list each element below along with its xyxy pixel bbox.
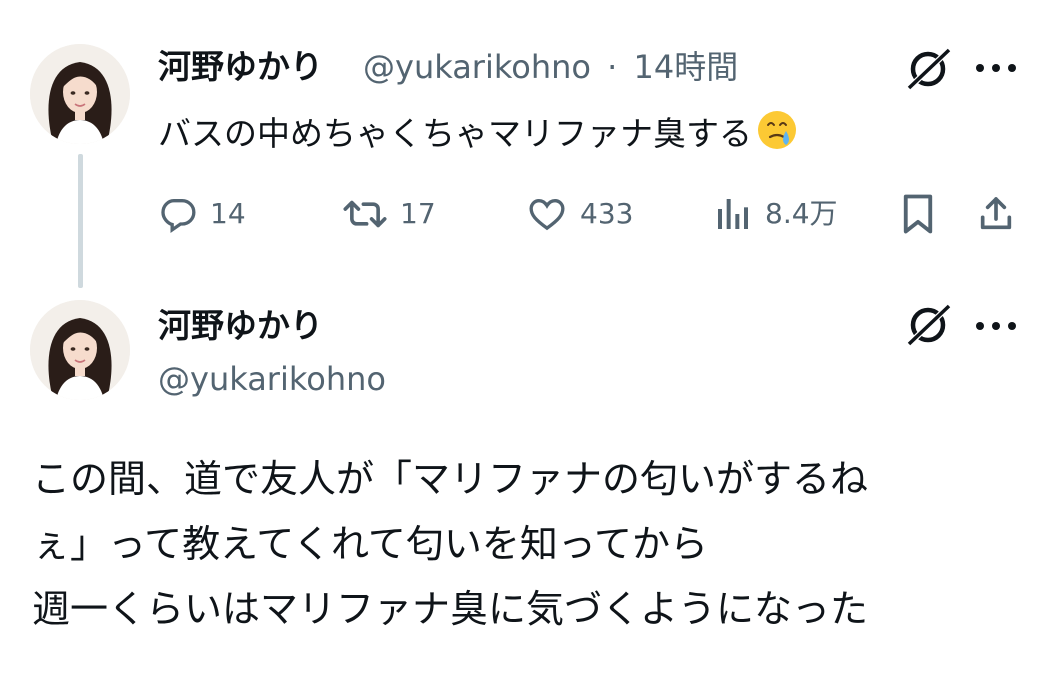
tweet-body-line: 週一くらいはマリファナ臭に気づくようになった	[32, 587, 869, 631]
tweet-body-line: ぇ」って教えてくれて匂いを知ってから	[32, 522, 709, 566]
views-button[interactable]: 8.4万	[713, 194, 838, 234]
grok-button[interactable]	[901, 44, 955, 94]
analytics-icon	[718, 199, 748, 229]
tweet-text: バスの中めちゃくちゃマリファナ臭する	[158, 109, 798, 159]
face-holding-back-tears-icon	[756, 109, 798, 156]
author-display-name[interactable]: 河野ゆかり	[158, 50, 323, 83]
author-handle[interactable]: @yukarikohno	[158, 363, 386, 395]
grok-icon	[906, 47, 952, 91]
more-options-button[interactable]	[972, 52, 1020, 84]
author-handle[interactable]: @yukarikohno · 14時間	[363, 51, 738, 83]
avatar[interactable]	[30, 300, 130, 400]
tweet-body-line: この間、道で友人が「マリファナの匂いがするね	[32, 457, 869, 501]
reply-button[interactable]: 14	[158, 194, 246, 234]
like-count: 433	[580, 197, 634, 230]
bookmark-button[interactable]	[896, 192, 940, 236]
share-icon	[980, 197, 1012, 230]
more-horizontal-icon	[976, 322, 1016, 330]
avatar[interactable]	[30, 44, 130, 144]
retweet-button[interactable]: 17	[342, 194, 436, 234]
bookmark-icon	[903, 194, 933, 234]
author-handle-text[interactable]: @yukarikohno	[363, 48, 591, 86]
separator-dot: ·	[607, 48, 618, 86]
reply-count: 14	[210, 197, 246, 230]
share-button[interactable]	[972, 192, 1020, 236]
profile-photo-icon	[30, 300, 130, 400]
grok-icon	[906, 303, 952, 347]
profile-photo-icon	[30, 44, 130, 144]
tweet-text-content: バスの中めちゃくちゃマリファナ臭する	[158, 114, 752, 153]
more-options-button[interactable]	[972, 310, 1020, 342]
like-button[interactable]: 433	[526, 194, 633, 234]
grok-button[interactable]	[901, 300, 955, 350]
thread-connector-line	[78, 154, 83, 288]
heart-icon	[529, 198, 565, 231]
retweet-count: 17	[400, 197, 436, 230]
more-horizontal-icon	[976, 64, 1016, 72]
timestamp[interactable]: 14時間	[633, 48, 738, 86]
author-display-name[interactable]: 河野ゆかり	[158, 309, 323, 342]
views-count: 8.4万	[765, 197, 838, 230]
retweet-icon	[343, 200, 387, 228]
reply-icon	[161, 199, 196, 234]
